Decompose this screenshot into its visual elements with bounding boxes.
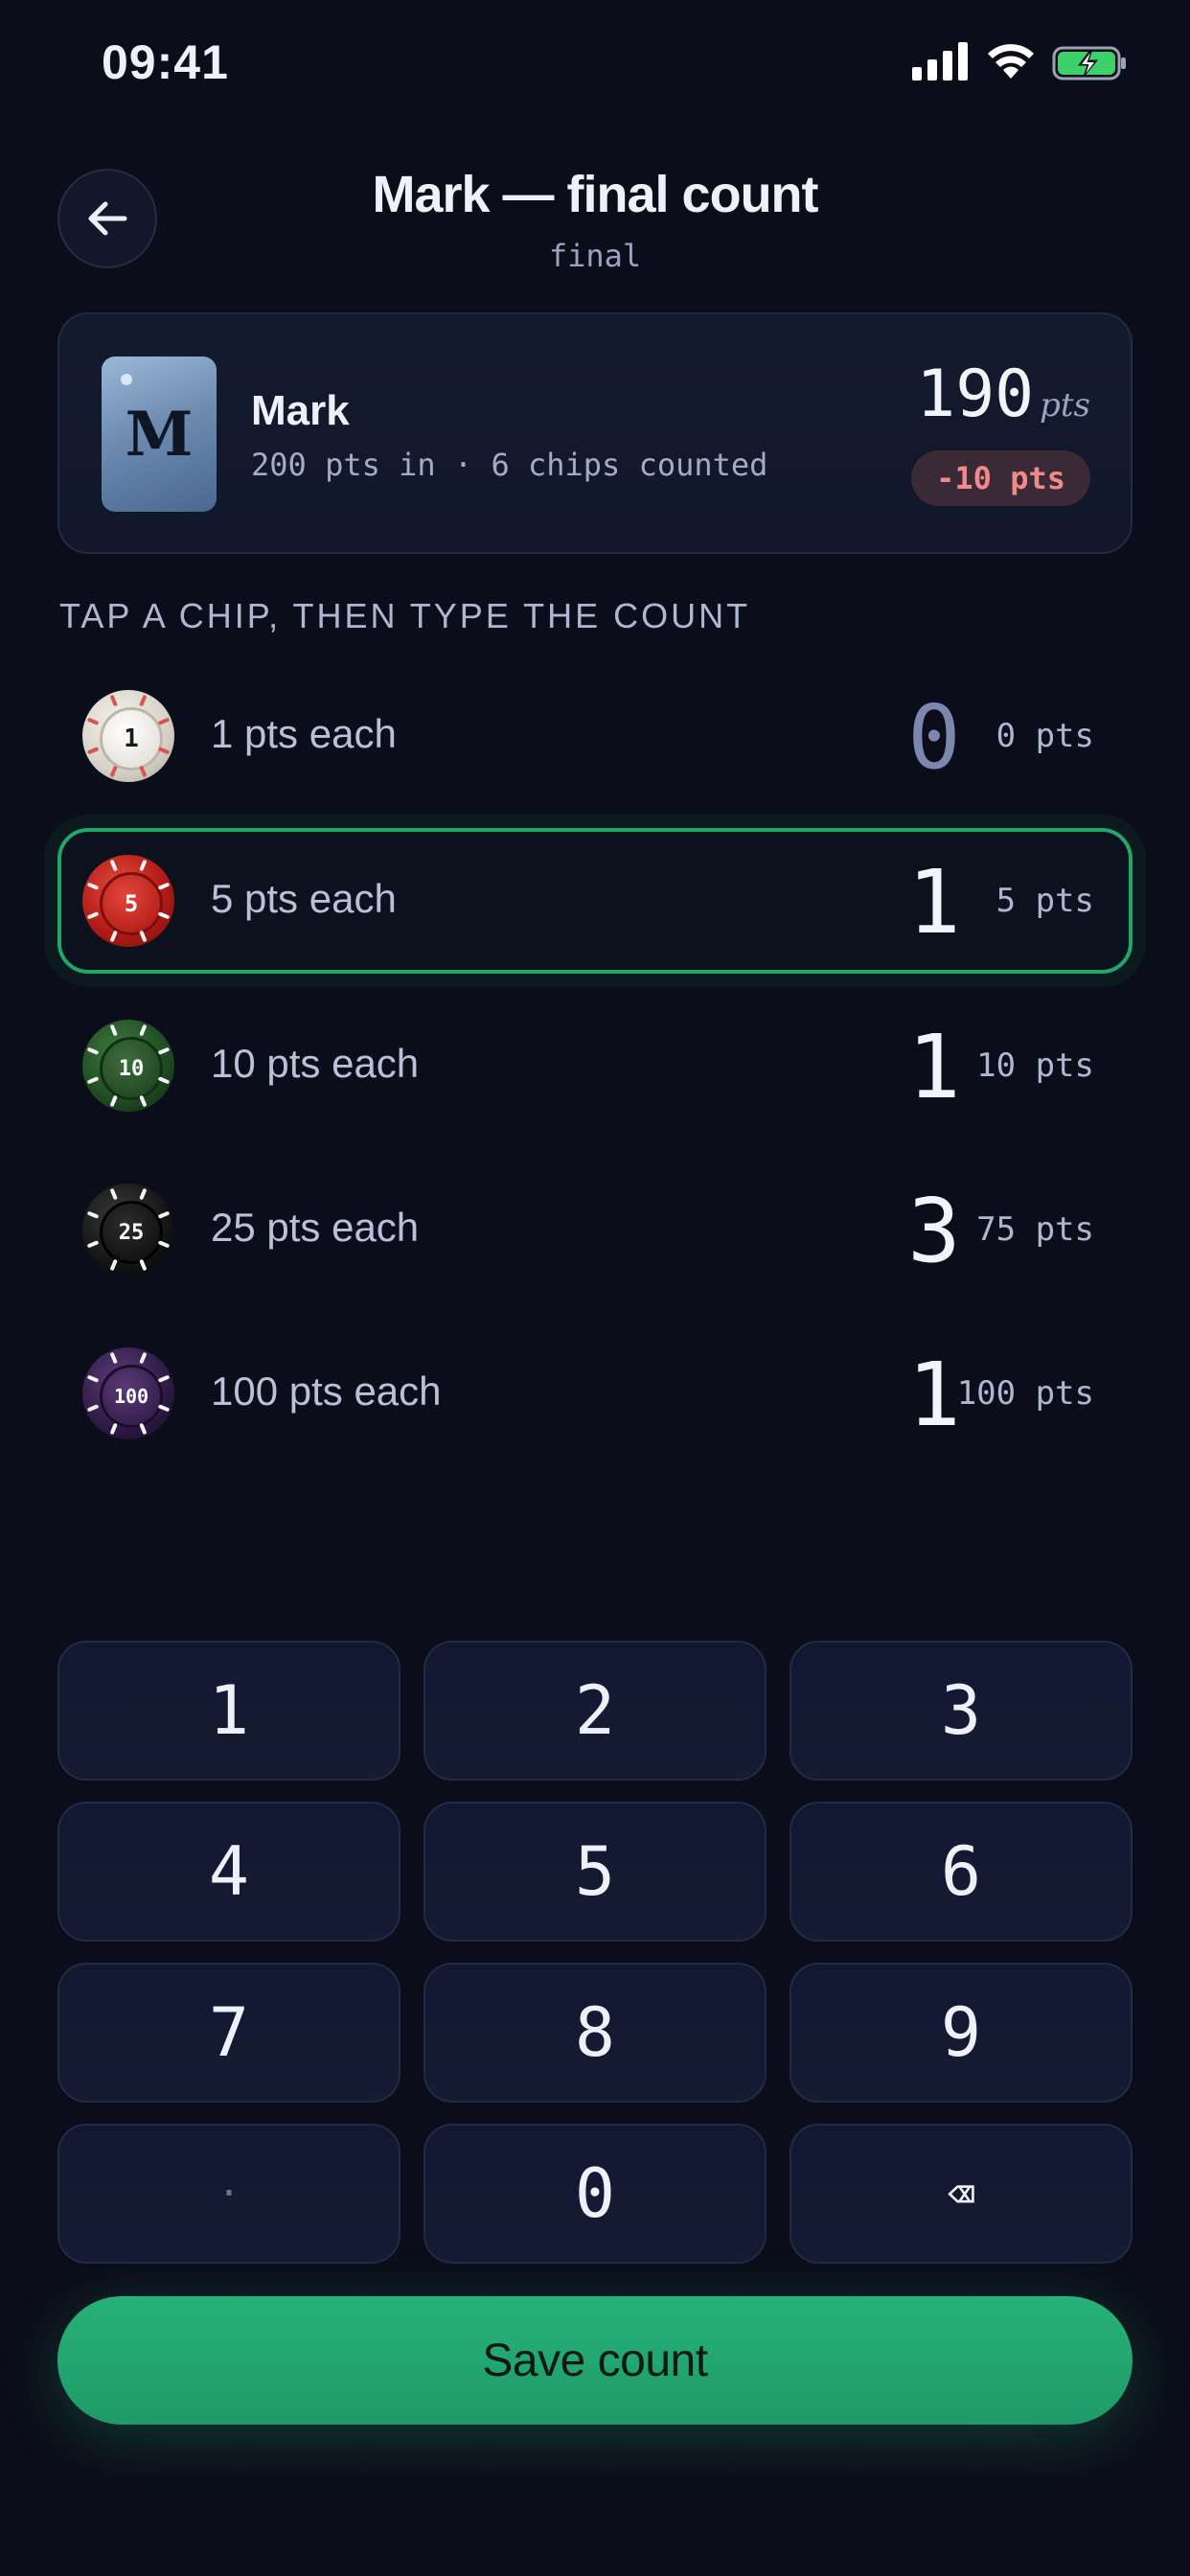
status-bar: 09:41 (0, 0, 1190, 134)
player-total: 190 pts (916, 356, 1090, 432)
chip-row-10[interactable]: 10 10 pts each 1 10 pts (57, 993, 1133, 1138)
chip-edge-mark (139, 1258, 148, 1272)
chip-100-icon: 100 (82, 1347, 174, 1439)
key-6[interactable]: 6 (790, 1802, 1133, 1942)
chip-edge-mark (157, 911, 171, 920)
chip-edge-mark (86, 1240, 100, 1249)
key-8[interactable]: 8 (423, 1963, 767, 2103)
chip-edge-mark (86, 911, 100, 920)
chip-row-label: 5 pts each (211, 876, 397, 921)
chip-edge-mark (86, 1046, 100, 1055)
chip-row-points: 100 pts (956, 1374, 1094, 1413)
chip-edge-mark (109, 1024, 118, 1037)
key-decimal[interactable]: · (57, 2124, 400, 2264)
status-time: 09:41 (102, 35, 229, 89)
section-label: TAP A CHIP, THEN TYPE THE COUNT (59, 596, 751, 635)
chip-edge-mark (139, 765, 148, 778)
chip-edge-mark (157, 1240, 171, 1249)
chip-row-points: 10 pts (976, 1046, 1094, 1085)
chip-edge-mark (157, 747, 171, 755)
player-meta: 200 pts in · 6 chips counted (251, 447, 768, 483)
chip-edge-mark (109, 1187, 118, 1201)
chip-10-label: 10 (100, 1037, 163, 1100)
chip-edge-mark (157, 1076, 171, 1085)
key-0[interactable]: 0 (423, 2124, 767, 2264)
chip-edge-mark (86, 747, 100, 755)
page-subtitle: final (548, 238, 642, 274)
player-total-value: 190 (916, 356, 1035, 432)
key-9[interactable]: 9 (790, 1963, 1133, 2103)
chip-10-icon: 10 (82, 1020, 174, 1112)
chip-row-points: 75 pts (976, 1210, 1094, 1249)
chip-edge-mark (139, 859, 148, 872)
chip-5-label: 5 (100, 872, 163, 935)
chip-edge-mark (157, 1374, 171, 1383)
chip-edge-mark (157, 882, 171, 890)
chip-edge-mark (86, 1404, 100, 1413)
player-name: Mark (251, 387, 350, 434)
chip-edge-mark (157, 717, 171, 725)
battery-charging-icon (1052, 46, 1126, 80)
chip-row-100[interactable]: 100 100 pts each 1 100 pts (57, 1321, 1133, 1466)
chip-edge-mark (139, 1094, 148, 1108)
chip-row-5[interactable]: 5 5 pts each 1 5 pts (57, 828, 1133, 974)
chip-25-label: 25 (100, 1201, 163, 1264)
chip-edge-mark (139, 1024, 148, 1037)
chip-row-label: 1 pts each (211, 711, 397, 756)
key-2[interactable]: 2 (423, 1641, 767, 1781)
chip-edge-mark (86, 717, 100, 725)
chip-row-label: 10 pts each (211, 1041, 420, 1086)
chip-edge-mark (86, 1076, 100, 1085)
chip-edge-mark (109, 694, 118, 707)
key-7[interactable]: 7 (57, 1963, 400, 2103)
chip-edge-mark (109, 1422, 118, 1436)
chip-edge-mark (109, 1094, 118, 1108)
chip-edge-mark (109, 765, 118, 778)
avatar-initial: M (125, 398, 194, 471)
key-4[interactable]: 4 (57, 1802, 400, 1942)
chip-1-icon: 1 (82, 690, 174, 782)
chip-5-icon: 5 (82, 855, 174, 947)
chip-edge-mark (139, 1351, 148, 1365)
chip-row-points: 5 pts (995, 882, 1094, 920)
chip-row-1[interactable]: 1 1 pts each 0 0 pts (57, 663, 1133, 809)
cellular-signal-icon (912, 42, 968, 80)
chip-row-label: 25 pts each (211, 1205, 420, 1250)
chip-edge-mark (109, 930, 118, 943)
wifi-icon (988, 44, 1034, 79)
chip-edge-mark (139, 1422, 148, 1436)
difference-badge: -10 pts (911, 450, 1090, 506)
chip-edge-mark (157, 1046, 171, 1055)
chip-1-label: 1 (100, 707, 163, 770)
avatar: M (102, 356, 217, 512)
key-5[interactable]: 5 (423, 1802, 767, 1942)
chip-edge-mark (109, 1258, 118, 1272)
avatar-decoration (121, 374, 132, 385)
key-3[interactable]: 3 (790, 1641, 1133, 1781)
chip-edge-mark (109, 1351, 118, 1365)
chip-edge-mark (86, 1210, 100, 1219)
player-total-unit: pts (1040, 386, 1090, 425)
chip-edge-mark (86, 882, 100, 890)
chip-edge-mark (157, 1210, 171, 1219)
page-title: Mark — final count (372, 166, 818, 223)
chip-edge-mark (139, 1187, 148, 1201)
chip-row-25[interactable]: 25 25 pts each 3 75 pts (57, 1157, 1133, 1302)
chip-100-label: 100 (100, 1365, 163, 1428)
chip-row-label: 100 pts each (211, 1368, 442, 1414)
player-card: M Mark 200 pts in · 6 chips counted 190 p… (57, 312, 1133, 554)
chip-edge-mark (86, 1374, 100, 1383)
chip-edge-mark (109, 859, 118, 872)
chip-edge-mark (139, 930, 148, 943)
save-count-button[interactable]: Save count (57, 2296, 1133, 2425)
chip-row-points: 0 pts (995, 717, 1094, 755)
chip-25-icon: 25 (82, 1184, 174, 1276)
chip-edge-mark (157, 1404, 171, 1413)
chip-edge-mark (139, 694, 148, 707)
backspace-key[interactable]: ⌫ (790, 2124, 1133, 2264)
key-1[interactable]: 1 (57, 1641, 400, 1781)
